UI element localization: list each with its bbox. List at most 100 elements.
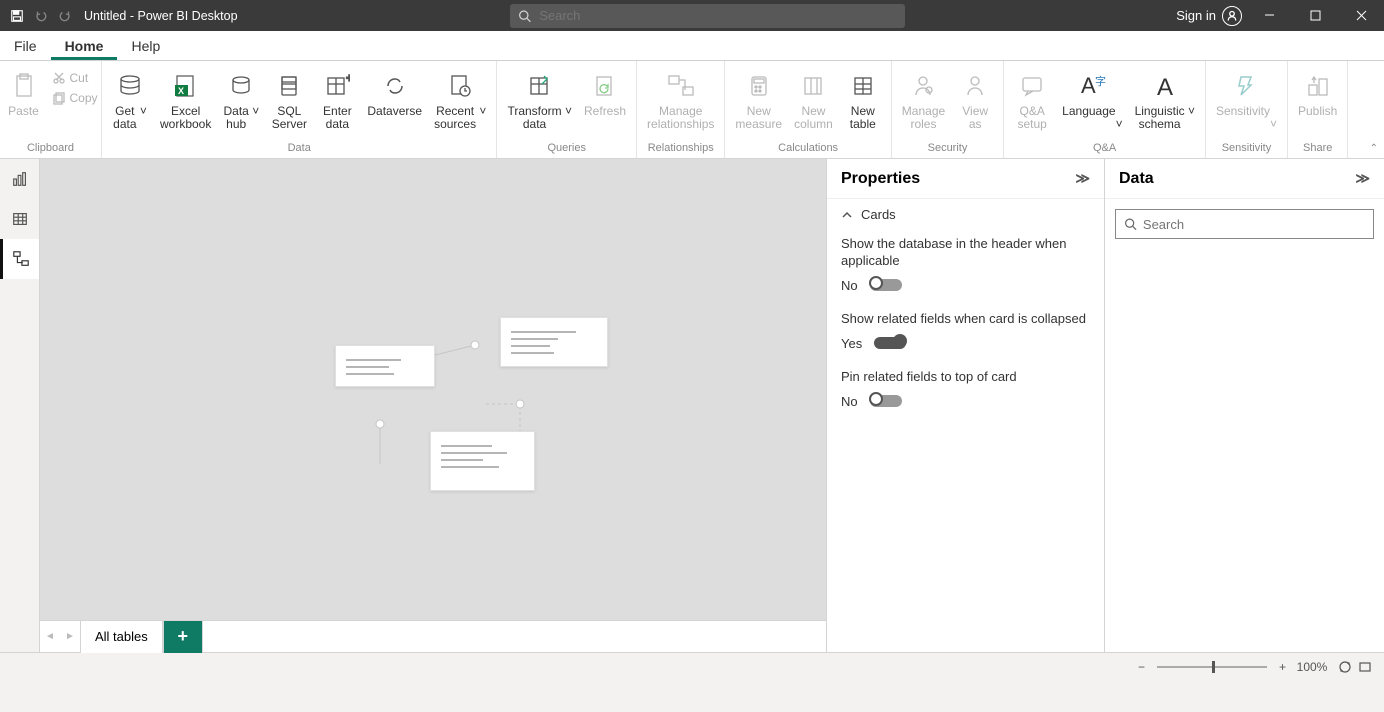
publish-button: Publish (1292, 65, 1343, 142)
status-bar: − + 100% (0, 652, 1384, 680)
sql-server-button[interactable]: SQL Server (265, 65, 313, 142)
model-canvas[interactable] (40, 159, 826, 620)
menu-bar: File Home Help (0, 31, 1384, 61)
linguistic-schema-button[interactable]: A Linguistic schema ˅ (1129, 65, 1201, 142)
group-calculations-label: Calculations (778, 142, 838, 158)
opt1-toggle[interactable] (870, 279, 902, 291)
zoom-out-button[interactable]: − (1138, 660, 1145, 674)
sensitivity-icon (1233, 69, 1259, 103)
measure-icon (747, 69, 771, 103)
schema-icon: A (1152, 69, 1178, 103)
roles-icon (910, 69, 936, 103)
transform-data-button[interactable]: Transform data ˅ (501, 65, 578, 142)
new-table-button[interactable]: New table (839, 65, 887, 142)
model-view-button[interactable] (0, 239, 39, 279)
redo-icon[interactable] (56, 9, 74, 23)
group-qa-label: Q&A (1093, 142, 1116, 158)
group-share-label: Share (1303, 142, 1332, 158)
tab-prev-button: ◄ (40, 631, 60, 642)
global-search-input[interactable] (539, 8, 897, 23)
view-switcher (0, 159, 40, 652)
opt3-label: Pin related fields to top of card (841, 369, 1090, 386)
menu-file[interactable]: File (0, 31, 51, 60)
table-icon (851, 69, 875, 103)
maximize-button[interactable] (1292, 0, 1338, 31)
menu-home[interactable]: Home (51, 31, 118, 60)
svg-text:A: A (1157, 74, 1173, 99)
fit-to-page-button[interactable] (1338, 660, 1352, 674)
data-hub-icon (228, 69, 254, 103)
data-search[interactable] (1115, 209, 1374, 239)
manage-roles-button: Manage roles (896, 65, 951, 142)
cut-icon (52, 71, 66, 85)
sign-in-button[interactable]: Sign in (1172, 6, 1246, 26)
zoom-level: 100% (1292, 660, 1332, 674)
tab-all-tables[interactable]: All tables (80, 621, 163, 653)
zoom-in-button[interactable]: + (1279, 660, 1286, 674)
add-tab-button[interactable]: + (163, 621, 203, 653)
relationships-icon (666, 69, 696, 103)
group-queries-label: Queries (547, 142, 586, 158)
column-icon (801, 69, 825, 103)
svg-text:X: X (178, 86, 184, 96)
get-data-button[interactable]: Get data ˅ (106, 65, 154, 142)
collapse-data-button[interactable]: ≫ (1355, 170, 1370, 187)
undo-icon[interactable] (32, 9, 50, 23)
sql-icon (276, 69, 302, 103)
language-icon: A字 (1077, 69, 1107, 103)
dataverse-button[interactable]: Dataverse (361, 65, 428, 142)
properties-panel: Properties ≫ Cards Show the database in … (826, 159, 1104, 652)
group-sensitivity-label: Sensitivity (1222, 142, 1272, 158)
dataverse-icon (382, 69, 408, 103)
opt3-value: No (841, 394, 858, 409)
cards-section-header[interactable]: Cards (827, 199, 1104, 230)
opt3-toggle[interactable] (870, 395, 902, 407)
opt2-value: Yes (841, 336, 862, 351)
svg-text:+: + (346, 73, 350, 85)
avatar-icon (1222, 6, 1242, 26)
publish-icon (1305, 69, 1331, 103)
save-icon[interactable] (8, 9, 26, 23)
minimize-button[interactable] (1246, 0, 1292, 31)
opt2-label: Show related fields when card is collaps… (841, 311, 1090, 328)
group-data-label: Data (288, 142, 311, 158)
qa-setup-button: Q&A setup (1008, 65, 1056, 142)
enter-data-icon: + (324, 69, 350, 103)
opt2-toggle[interactable] (874, 337, 906, 349)
data-search-input[interactable] (1143, 217, 1365, 232)
language-button[interactable]: A字 Language˅ (1056, 65, 1128, 142)
report-view-button[interactable] (0, 159, 39, 199)
close-button[interactable] (1338, 0, 1384, 31)
global-search[interactable] (510, 4, 905, 28)
data-panel: Data ≫ (1104, 159, 1384, 652)
data-panel-title: Data (1119, 170, 1154, 188)
cut-button: Cut (48, 69, 102, 87)
opt1-label: Show the database in the header when app… (841, 236, 1090, 270)
fullscreen-button[interactable] (1358, 660, 1372, 674)
data-hub-button[interactable]: Data hub ˅ (217, 65, 265, 142)
data-view-button[interactable] (0, 199, 39, 239)
copy-icon (52, 91, 66, 105)
excel-workbook-button[interactable]: X Excel workbook (154, 65, 217, 142)
new-measure-button: New measure (729, 65, 788, 142)
refresh-icon (592, 69, 618, 103)
group-clipboard-label: Clipboard (27, 142, 74, 158)
paste-button: Paste (0, 65, 48, 142)
zoom-slider[interactable] (1157, 666, 1267, 668)
refresh-button: Refresh (578, 65, 632, 142)
transform-icon (527, 69, 553, 103)
window-title: Untitled - Power BI Desktop (84, 9, 238, 23)
new-column-button: New column (788, 65, 839, 142)
svg-text:A: A (1081, 73, 1096, 98)
copy-button: Copy (48, 89, 102, 107)
sensitivity-button: Sensitivity˅ (1210, 65, 1283, 142)
recent-icon (447, 69, 473, 103)
enter-data-button[interactable]: + Enter data (313, 65, 361, 142)
group-security-label: Security (928, 142, 968, 158)
manage-relationships-button: Manage relationships (641, 65, 720, 142)
menu-help[interactable]: Help (117, 31, 174, 60)
collapse-properties-button[interactable]: ≫ (1075, 170, 1090, 187)
qa-icon (1019, 69, 1045, 103)
collapse-ribbon-button[interactable]: ⌃ (1370, 143, 1378, 154)
recent-sources-button[interactable]: Recent sources ˅ (428, 65, 492, 142)
